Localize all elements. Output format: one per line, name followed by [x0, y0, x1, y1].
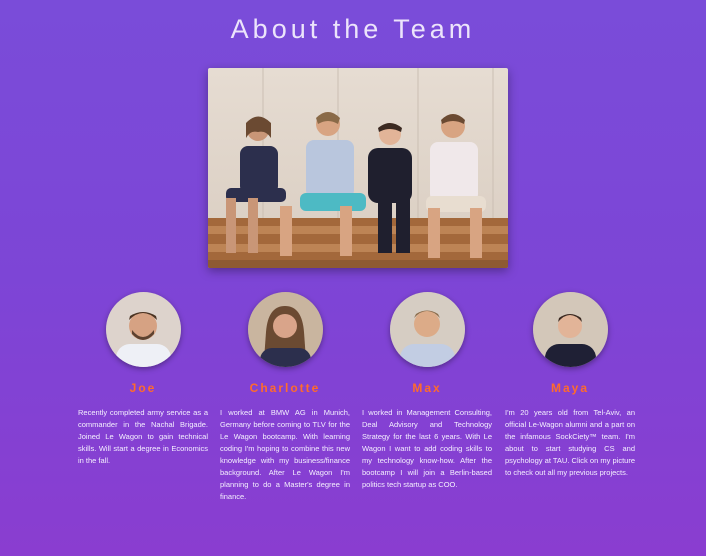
member-bio: Recently completed army service as a com…: [78, 408, 208, 465]
avatar-charlotte: [247, 292, 323, 367]
member-bio: I worked at BMW AG in Munich, Germany be…: [220, 408, 350, 501]
team-member-card: Joe Recently completed army service as a…: [78, 292, 208, 467]
team-member-card: Charlotte I worked at BMW AG in Munich, …: [220, 292, 350, 503]
member-bio: I'm 20 years old from Tel-Aviv, an offic…: [505, 408, 635, 477]
team-photo: [208, 68, 508, 268]
avatar-joe: [105, 292, 181, 367]
avatar-max: [389, 292, 465, 367]
member-name: Maya: [550, 381, 590, 395]
team-member-card: Max I worked in Management Consulting, D…: [362, 292, 492, 491]
team-member-card: Maya I'm 20 years old from Tel-Aviv, an …: [505, 292, 635, 479]
member-bio: I worked in Management Consulting, Deal …: [362, 408, 492, 489]
member-name: Charlotte: [249, 381, 321, 395]
member-name: Joe: [129, 381, 157, 395]
avatar-maya[interactable]: [532, 292, 608, 367]
page-title: About the Team: [230, 14, 476, 44]
member-name: Max: [412, 381, 442, 395]
